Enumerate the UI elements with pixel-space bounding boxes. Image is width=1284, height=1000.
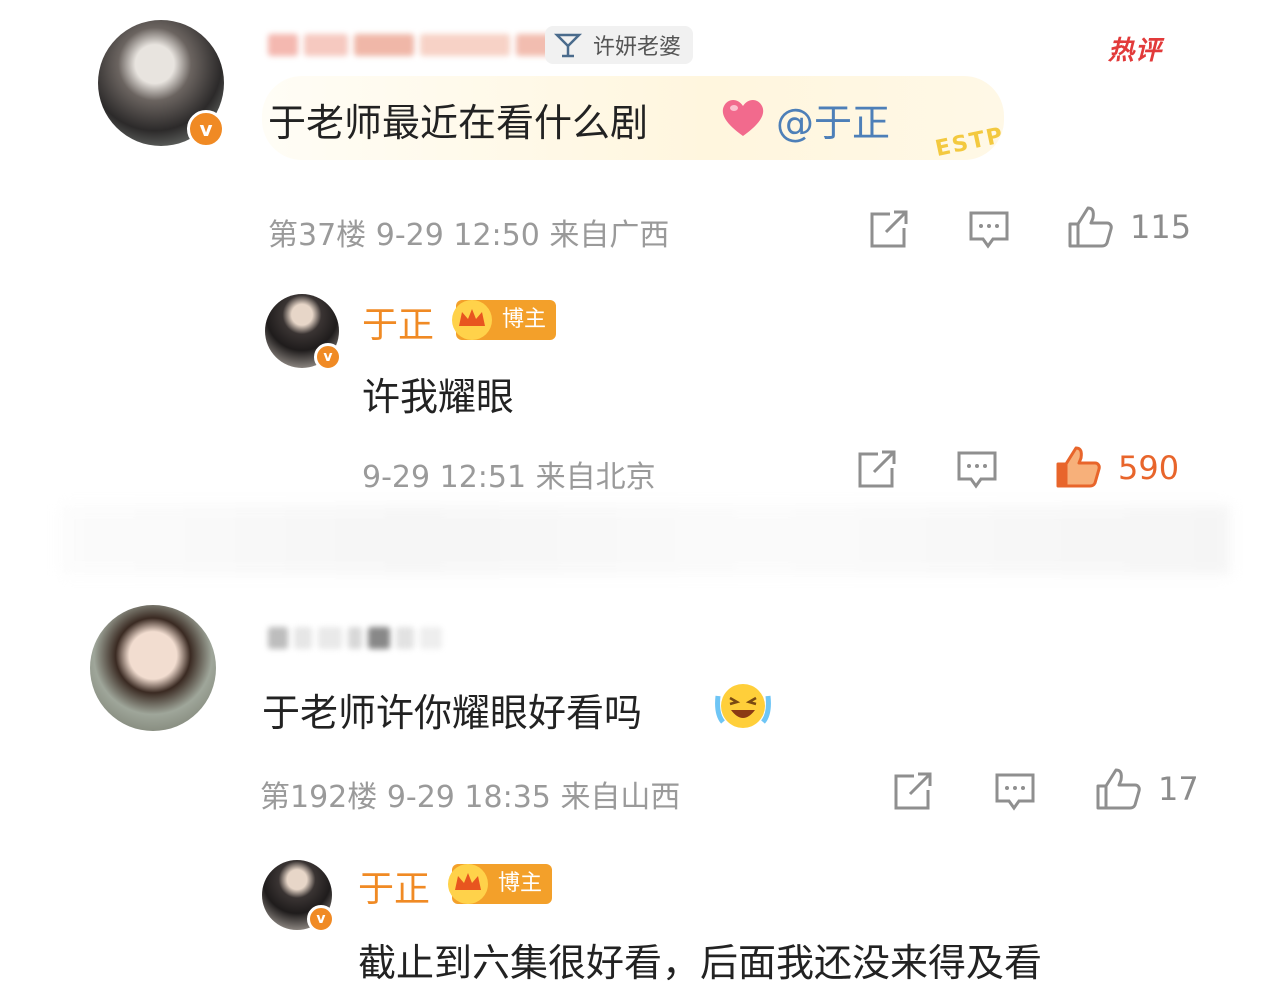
verified-icon: v	[187, 110, 225, 148]
like-icon[interactable]	[1094, 766, 1142, 812]
avatar[interactable]	[90, 605, 216, 731]
like-count: 590	[1118, 449, 1180, 487]
reply-text: 截止到六集很好看，后面我还没来得及看	[358, 941, 1043, 985]
comment-icon[interactable]	[994, 772, 1036, 812]
floor-number: 第192楼	[260, 780, 378, 815]
laugh-cry-emoji	[715, 684, 771, 728]
timestamp: 9-29 12:51	[362, 460, 527, 495]
blogger-badge: 博主	[452, 300, 557, 340]
timestamp: 9-29 18:35	[386, 780, 551, 815]
comment-icon[interactable]	[956, 450, 998, 490]
comment-text: 于老师最近在看什么剧	[268, 92, 648, 147]
crown-icon	[452, 300, 492, 340]
location: 来自山西	[560, 780, 681, 815]
verified-icon: v	[314, 343, 342, 371]
reply-meta: 9-29 12:51 来自北京	[362, 452, 656, 496]
like-count: 115	[1130, 208, 1192, 246]
fan-tag[interactable]: 许妍老婆	[545, 26, 694, 64]
comment-icon[interactable]	[968, 210, 1010, 250]
hot-comment-label: 热评	[1108, 36, 1163, 66]
share-icon[interactable]	[856, 450, 898, 490]
timestamp: 9-29 12:50	[375, 218, 540, 253]
reply-author-name[interactable]: 于正	[358, 860, 430, 912]
comment-body: 于老师最近在看什么剧	[268, 101, 649, 145]
username-blurred[interactable]	[268, 30, 556, 60]
mention-link[interactable]: @于正	[776, 92, 890, 147]
blogger-badge-label: 博主	[502, 307, 547, 332]
crown-icon	[448, 864, 488, 904]
fan-tag-label: 许妍老婆	[593, 35, 682, 60]
share-icon[interactable]	[868, 210, 910, 250]
floor-number: 第37楼	[268, 218, 367, 253]
comment-text: 于老师许你耀眼好看吗	[262, 691, 643, 735]
share-icon[interactable]	[892, 772, 934, 812]
reply-author-name[interactable]: 于正	[362, 296, 434, 348]
like-count: 17	[1158, 770, 1199, 808]
verified-icon: v	[307, 905, 335, 933]
like-icon[interactable]	[1066, 204, 1114, 250]
location: 来自广西	[549, 218, 670, 253]
location: 来自北京	[535, 460, 656, 495]
cocktail-icon	[553, 33, 583, 58]
blogger-badge-label: 博主	[498, 871, 543, 896]
comment-meta: 第192楼 9-29 18:35 来自山西	[260, 772, 680, 816]
blurred-divider	[60, 505, 1230, 575]
like-icon-active[interactable]	[1054, 444, 1102, 490]
reply-text: 许我耀眼	[362, 375, 515, 419]
heart-emoji	[722, 100, 764, 136]
comment-meta: 第37楼 9-29 12:50 来自广西	[268, 210, 669, 254]
blogger-badge: 博主	[448, 864, 553, 904]
username-blurred[interactable]	[268, 623, 442, 653]
